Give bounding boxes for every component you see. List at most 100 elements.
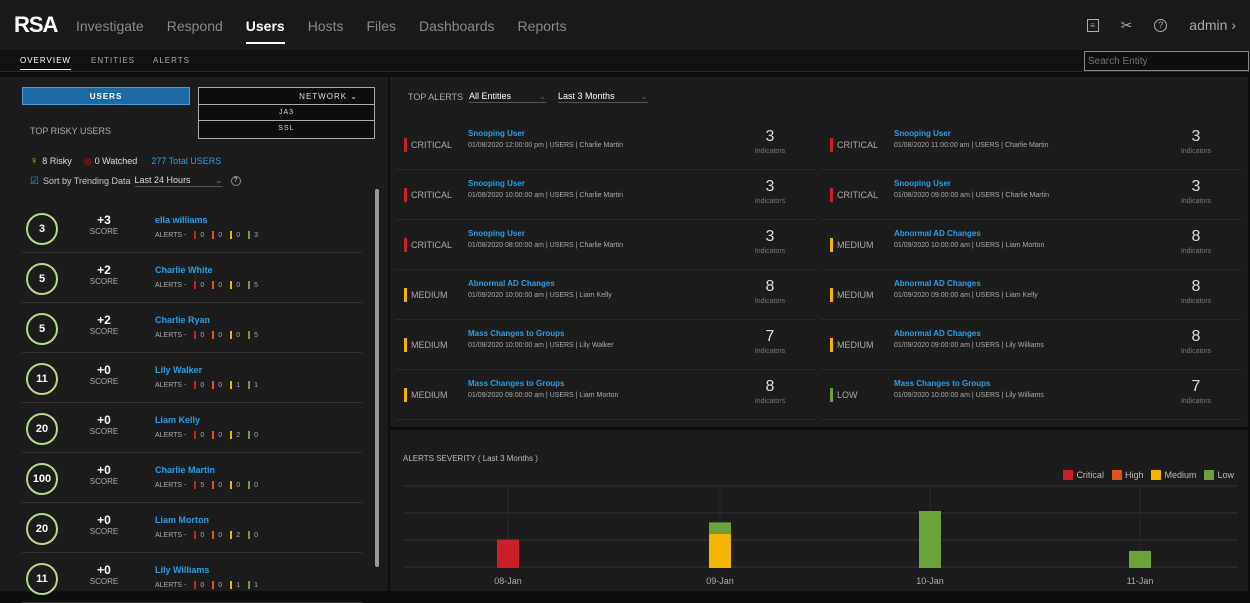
notes-icon[interactable]: ≡: [1086, 18, 1099, 32]
alert-title-link[interactable]: Snooping User: [894, 179, 951, 188]
user-row[interactable]: 3 +3 SCORE ella williams ALERTS - 0 0 0 3: [22, 203, 362, 253]
user-name-link[interactable]: Liam Morton: [155, 515, 209, 525]
alert-count: 5: [254, 281, 259, 289]
users-button[interactable]: USERS: [22, 87, 190, 105]
severity-bar: [194, 481, 197, 489]
alert-card[interactable]: CRITICAL Snooping User 01/08/2020 10:00:00…: [395, 170, 815, 220]
help-icon[interactable]: ?: [230, 176, 241, 186]
risky-icon: ♀: [30, 155, 39, 167]
user-name-link[interactable]: ella williams: [155, 215, 208, 225]
top-alerts-title: TOP ALERTS: [408, 92, 464, 102]
alert-title-link[interactable]: Snooping User: [468, 129, 525, 138]
help-icon[interactable]: ?: [1154, 18, 1168, 32]
alert-title-link[interactable]: Abnormal AD Changes: [468, 279, 555, 288]
alert-count: 1: [236, 581, 241, 589]
bar-low-10-Jan[interactable]: [919, 511, 941, 568]
alert-count: 0: [236, 481, 241, 489]
alert-card[interactable]: MEDIUM Abnormal AD Changes 01/09/2020 09:0…: [821, 270, 1241, 320]
alert-meta: 01/08/2020 10:00:00 am | USERS | Charlie…: [468, 192, 623, 199]
user-name-link[interactable]: Lily Walker: [155, 365, 202, 375]
alert-title-link[interactable]: Mass Changes to Groups: [894, 379, 990, 388]
alert-meta: 01/08/2020 08:00:00 am | USERS | Charlie…: [468, 242, 623, 249]
alert-title-link[interactable]: Snooping User: [894, 129, 951, 138]
alert-count: 0: [200, 281, 205, 289]
user-row[interactable]: 100 +0 SCORE Charlie Martin ALERTS - 5 0 0 0: [22, 453, 362, 503]
alert-card[interactable]: CRITICAL Snooping User 01/08/2020 08:00:00…: [395, 220, 815, 270]
user-name-link[interactable]: Liam Kelly: [155, 415, 200, 425]
alert-title-link[interactable]: Snooping User: [468, 179, 525, 188]
tab-alerts[interactable]: ALERTS: [153, 56, 190, 65]
alert-title-link[interactable]: Snooping User: [468, 229, 525, 238]
user-name-link[interactable]: Charlie Martin: [155, 465, 215, 475]
sort-select[interactable]: Last 24 Hours ⌄: [134, 175, 223, 187]
score-delta: +0: [97, 463, 111, 477]
alert-title-link[interactable]: Mass Changes to Groups: [468, 379, 564, 388]
x-tick-label: 11-Jan: [1127, 576, 1154, 586]
nav-respond[interactable]: Respond: [167, 0, 223, 50]
alert-count: 1: [236, 381, 241, 389]
user-row[interactable]: 11 +0 SCORE Lily Walker ALERTS -0011: [22, 353, 362, 403]
user-row[interactable]: 11 +0 SCORE Lily Williams ALERTS -0011: [22, 553, 362, 603]
user-name-link[interactable]: Charlie White: [155, 265, 213, 275]
user-menu[interactable]: admin ›: [1189, 17, 1236, 33]
user-row[interactable]: 5 +2 SCORE Charlie Ryan ALERTS - 0 0 0 5: [22, 303, 362, 353]
alert-counts: ALERTS - 0 0 0 5: [155, 331, 258, 339]
nav-reports[interactable]: Reports: [518, 0, 567, 50]
tab-overview[interactable]: OVERVIEW: [20, 56, 71, 70]
time-filter[interactable]: Last 3 Months ⌄: [558, 91, 649, 103]
user-row[interactable]: 20 +0 SCORE Liam Morton ALERTS -0020: [22, 503, 362, 553]
alert-card[interactable]: MEDIUM Abnormal AD Changes 01/09/2020 10:0…: [395, 270, 815, 320]
indicators-label: Indicators: [1180, 148, 1212, 155]
alert-title-link[interactable]: Mass Changes to Groups: [468, 329, 564, 338]
tools-icon[interactable]: ✂: [1121, 17, 1133, 34]
alert-card[interactable]: CRITICAL Snooping User 01/08/2020 12:00:00…: [395, 120, 815, 170]
sort-checkbox[interactable]: ☑: [30, 176, 39, 187]
alert-title-link[interactable]: Abnormal AD Changes: [894, 329, 981, 338]
alert-card[interactable]: MEDIUM Mass Changes to Groups 01/09/2020 1…: [395, 320, 815, 370]
nav-files[interactable]: Files: [366, 0, 396, 50]
bar-medium-09-Jan[interactable]: [709, 533, 731, 568]
user-row[interactable]: 5 +2 SCORE Charlie White ALERTS - 0 0 0 5: [22, 253, 362, 303]
nav-investigate[interactable]: Investigate: [76, 0, 144, 50]
alert-card[interactable]: MEDIUM Abnormal AD Changes 01/09/2020 09:0…: [821, 320, 1241, 370]
alert-count: 0: [236, 331, 241, 339]
user-row[interactable]: 20 +0 SCORE Liam Kelly ALERTS -0020: [22, 403, 362, 453]
alert-title-link[interactable]: Abnormal AD Changes: [894, 229, 981, 238]
option-ssl[interactable]: SSL: [198, 121, 375, 139]
search-entity-input[interactable]: [1084, 51, 1249, 71]
alert-card[interactable]: CRITICAL Snooping User 01/08/2020 11:00:00…: [821, 120, 1241, 170]
entity-filter[interactable]: All Entities ⌄: [469, 91, 547, 103]
network-dropdown[interactable]: NETWORK ⌄: [198, 87, 375, 105]
severity-indicator: [404, 188, 407, 202]
alert-card[interactable]: LOW Mass Changes to Groups 01/09/2020 10:0…: [821, 370, 1241, 420]
bar-low-11-Jan[interactable]: [1129, 550, 1151, 568]
score-circle: 5: [26, 313, 58, 345]
alert-meta: 01/09/2020 10:00:00 am | USERS | Liam Ke…: [468, 292, 612, 299]
sub-nav: OVERVIEW ENTITIES ALERTS: [0, 50, 1250, 72]
alert-card[interactable]: CRITICAL Snooping User 01/08/2020 09:00:00…: [821, 170, 1241, 220]
severity-bar: [212, 281, 215, 289]
option-ja3[interactable]: JA3: [198, 105, 375, 121]
alert-meta: 01/09/2020 09:00:00 am | USERS | Liam Ke…: [894, 292, 1038, 299]
watched-count[interactable]: 0 Watched: [95, 156, 138, 166]
nav-hosts[interactable]: Hosts: [308, 0, 344, 50]
severity-chart: 08-Jan 09-Jan 10-Jan 11-Jan: [403, 485, 1238, 586]
bar-low-09-Jan[interactable]: [709, 522, 731, 534]
nav-dashboards[interactable]: Dashboards: [419, 0, 495, 50]
risky-count[interactable]: 8 Risky: [42, 156, 72, 166]
user-name-link[interactable]: Charlie Ryan: [155, 315, 210, 325]
alert-count: 0: [200, 231, 205, 239]
alert-card[interactable]: MEDIUM Abnormal AD Changes 01/09/2020 10:0…: [821, 220, 1241, 270]
tab-entities[interactable]: ENTITIES: [91, 56, 135, 65]
indicator-count: 8: [765, 278, 775, 295]
alert-card[interactable]: MEDIUM Mass Changes to Groups 01/09/2020 0…: [395, 370, 815, 420]
indicators-label: Indicators: [754, 348, 786, 355]
scrollbar[interactable]: [375, 189, 379, 567]
nav-users[interactable]: Users: [245, 0, 285, 50]
severity-bar: [212, 581, 215, 589]
alert-title-link[interactable]: Abnormal AD Changes: [894, 279, 981, 288]
total-users-link[interactable]: 277 Total USERS: [151, 156, 221, 166]
user-name-link[interactable]: Lily Williams: [155, 565, 209, 575]
score-label: SCORE: [89, 277, 119, 286]
bar-critical-08-Jan[interactable]: [497, 539, 519, 569]
